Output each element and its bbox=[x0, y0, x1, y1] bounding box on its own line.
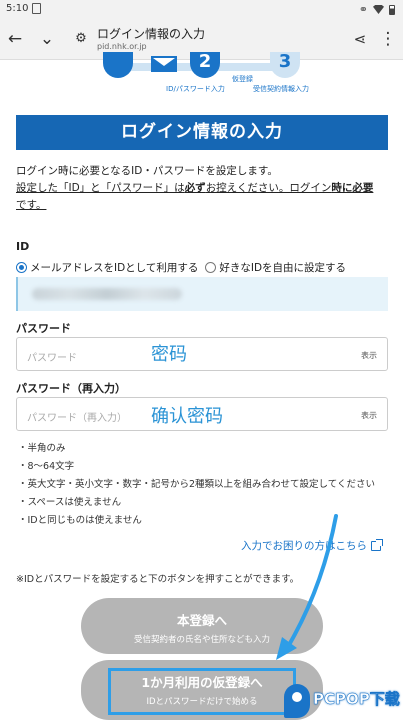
watermark-text: PCPOP下载 bbox=[313, 690, 400, 709]
watermark-logo-icon bbox=[284, 684, 310, 718]
intro-line-1: ログイン時に必要となるID・パスワードを設定します。 bbox=[16, 165, 278, 177]
step-3-marker: 3 bbox=[270, 52, 300, 78]
id-type-radio-group: メールアドレスをIDとして利用する 好きなIDを自由に設定する bbox=[16, 260, 346, 275]
password-confirm-label: パスワード（再入力） bbox=[16, 382, 126, 395]
password-annotation: 密码 bbox=[151, 344, 187, 365]
button-note: ※IDとパスワードを設定すると下のボタンを押すことができます。 bbox=[16, 574, 300, 585]
id-value-redacted bbox=[32, 288, 182, 300]
intro-line-3: です。 bbox=[16, 199, 47, 211]
mail-icon bbox=[151, 56, 177, 72]
password-confirm-show-toggle[interactable]: 表示 bbox=[361, 410, 377, 421]
step-3-label: 受信契約情報入力 bbox=[253, 85, 309, 93]
page-title: ログイン情報の入力 bbox=[97, 27, 206, 41]
share-icon[interactable]: ⋖ bbox=[349, 28, 371, 50]
battery-icon bbox=[389, 4, 395, 15]
full-registration-subtitle: 受信契約者の氏名や住所なども入力 bbox=[133, 635, 270, 645]
step-2-label: ID/パスワード入力 bbox=[166, 85, 225, 93]
more-vert-icon[interactable]: ⋮ bbox=[377, 28, 399, 50]
rule-item: ・半角のみ bbox=[18, 443, 66, 454]
back-arrow-icon[interactable]: ← bbox=[4, 28, 26, 50]
help-link-text[interactable]: 入力でお困りの方はこちら bbox=[241, 538, 367, 553]
password-show-toggle[interactable]: 表示 bbox=[361, 350, 377, 361]
watermark: PCPOP下载 bbox=[284, 684, 403, 718]
password-field[interactable]: パスワード 表示 bbox=[16, 337, 388, 371]
section-heading: ログイン情報の入力 bbox=[16, 115, 388, 150]
password-rules: ・半角のみ ・8〜64文字 ・英大文字・英小文字・数字・記号から2種類以上を組み… bbox=[18, 440, 388, 530]
step-3-top-label: 仮登録 bbox=[232, 75, 253, 83]
id-label: ID bbox=[16, 240, 30, 253]
intro-line-2d: 時に必要 bbox=[331, 182, 374, 194]
radio-email-id[interactable] bbox=[16, 262, 27, 273]
radio-email-id-label[interactable]: メールアドレスをIDとして利用する bbox=[30, 260, 198, 275]
password-confirm-annotation: 确认密码 bbox=[151, 406, 223, 427]
highlight-box bbox=[108, 668, 296, 715]
site-settings-icon[interactable]: ⚙ bbox=[70, 28, 92, 50]
rule-item: ・8〜64文字 bbox=[18, 461, 75, 472]
page-url[interactable]: pid.nhk.or.jp bbox=[97, 42, 147, 51]
full-registration-title: 本登録へ bbox=[176, 613, 227, 628]
external-link-icon bbox=[371, 538, 383, 551]
intro-line-2c: お控えください。ログイン bbox=[205, 182, 332, 194]
password-placeholder: パスワード bbox=[27, 353, 77, 364]
id-input[interactable] bbox=[16, 277, 388, 311]
password-label: パスワード bbox=[16, 322, 71, 335]
step-2-marker: 2 bbox=[190, 52, 220, 78]
intro-text: ログイン時に必要となるID・パスワードを設定します。 設定した「ID」と「パスワ… bbox=[16, 163, 388, 214]
help-link[interactable]: 入力でお困りの方はこちら bbox=[241, 538, 383, 553]
step-1-marker bbox=[103, 52, 133, 78]
link-icon: ⚭ bbox=[358, 3, 368, 16]
rule-item: ・スペースは使えません bbox=[18, 497, 122, 508]
radio-custom-id[interactable] bbox=[205, 262, 217, 273]
intro-line-2a: 設定した「ID」と「パスワード」は bbox=[16, 182, 185, 194]
chevron-down-icon[interactable]: ⌄ bbox=[36, 28, 58, 50]
rule-item: ・IDと同じものは使えません bbox=[18, 515, 142, 526]
full-registration-button[interactable]: 本登録へ 受信契約者の氏名や住所なども入力 bbox=[81, 598, 323, 654]
status-bar: 5:10 ⚭ bbox=[0, 0, 403, 18]
wifi-icon bbox=[373, 5, 384, 14]
password-confirm-placeholder: パスワード（再入力） bbox=[27, 413, 127, 424]
radio-custom-id-label[interactable]: 好きなIDを自由に設定する bbox=[219, 260, 346, 275]
rule-item: ・英大文字・英小文字・数字・記号から2種類以上を組み合わせて設定してください bbox=[18, 479, 375, 490]
status-time: 5:10 bbox=[6, 3, 29, 14]
notification-icon bbox=[32, 3, 41, 14]
step-indicator: 2 3 仮登録 ID/パスワード入力 受信契約情報入力 bbox=[0, 52, 403, 100]
intro-line-2b: 必ず bbox=[184, 182, 206, 194]
